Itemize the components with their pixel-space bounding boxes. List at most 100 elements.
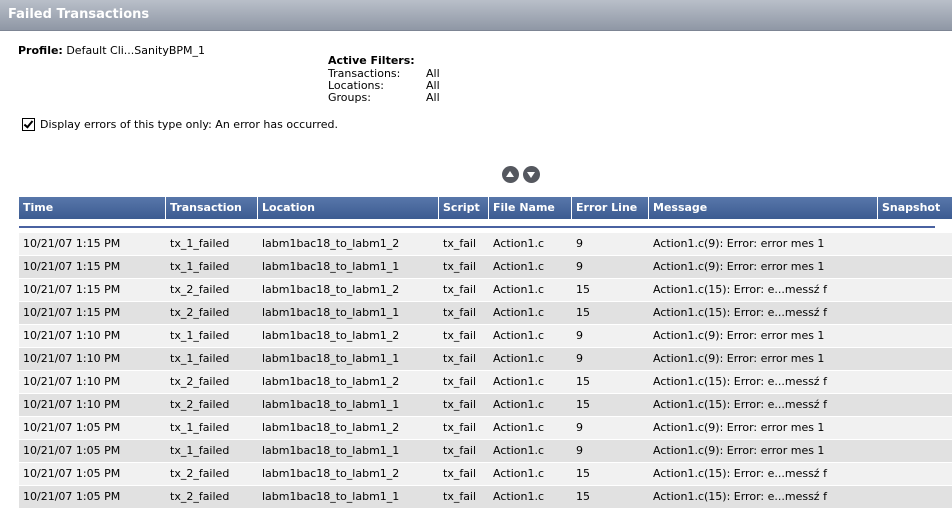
table-row[interactable]: 10/21/07 1:15 PM tx_2_failed labm1bac18_to… [19,302,952,325]
cell-error-line: 9 [576,237,583,250]
column-header-file-name[interactable]: File Name [489,197,572,219]
cell-file-name: Action1.c [493,421,544,434]
cell-error-line: 9 [576,260,583,273]
cell-file-name: Action1.c [493,237,544,250]
cell-script: tx_fail [443,352,477,365]
cell-transaction: tx_1_failed [170,237,230,250]
table-header: Time Transaction Location Script File Na… [19,197,952,219]
cell-transaction: tx_1_failed [170,260,230,273]
cell-file-name: Action1.c [493,352,544,365]
table-row[interactable]: 10/21/07 1:10 PM tx_2_failed labm1bac18_to… [19,394,952,417]
table-row[interactable]: 10/21/07 1:15 PM tx_1_failed labm1bac18_to… [19,233,952,256]
cell-error-line: 15 [576,306,590,319]
cell-file-name: Action1.c [493,306,544,319]
cell-message: Action1.c(9): Error: error mes 1 [653,421,825,434]
cell-time: 10/21/07 1:15 PM [23,237,121,250]
cell-time: 10/21/07 1:10 PM [23,352,121,365]
cell-location: labm1bac18_to_labm1_2 [262,237,400,250]
cell-time: 10/21/07 1:10 PM [23,329,121,342]
cell-time: 10/21/07 1:15 PM [23,260,121,273]
cell-snapshot [878,302,952,324]
title-bar: Failed Transactions [0,0,952,31]
cell-error-line: 15 [576,375,590,388]
cell-time: 10/21/07 1:05 PM [23,490,121,503]
active-filters: Active Filters: Transactions: All Locati… [328,54,440,104]
cell-snapshot [878,348,952,370]
column-header-transaction[interactable]: Transaction [166,197,258,219]
window-title: Failed Transactions [8,7,150,22]
table-row[interactable]: 10/21/07 1:15 PM tx_1_failed labm1bac18_to… [19,256,952,279]
cell-script: tx_fail [443,375,477,388]
cell-file-name: Action1.c [493,329,544,342]
cell-transaction: tx_1_failed [170,421,230,434]
cell-error-line: 9 [576,444,583,457]
cell-snapshot [878,463,952,485]
row-navigation [502,166,540,183]
filter-value: All [426,91,440,104]
table-row[interactable]: 10/21/07 1:05 PM tx_2_failed labm1bac18_to… [19,486,952,509]
table-row[interactable]: 10/21/07 1:10 PM tx_2_failed labm1bac18_to… [19,371,952,394]
cell-snapshot [878,394,952,416]
display-errors-option: Display errors of this type only: An err… [22,118,338,131]
table-row[interactable]: 10/21/07 1:05 PM tx_2_failed labm1bac18_to… [19,463,952,486]
cell-file-name: Action1.c [493,490,544,503]
cell-transaction: tx_1_failed [170,352,230,365]
cell-location: labm1bac18_to_labm1_1 [262,398,400,411]
cell-transaction: tx_2_failed [170,398,230,411]
cell-script: tx_fail [443,237,477,250]
cell-snapshot [878,486,952,508]
column-header-snapshot[interactable]: Snapshot [878,197,952,219]
cell-time: 10/21/07 1:05 PM [23,467,121,480]
column-header-time[interactable]: Time [19,197,166,219]
cell-transaction: tx_2_failed [170,467,230,480]
cell-location: labm1bac18_to_labm1_1 [262,490,400,503]
cell-location: labm1bac18_to_labm1_2 [262,421,400,434]
table-body: 10/21/07 1:15 PM tx_1_failed labm1bac18_to… [19,233,952,509]
cell-time: 10/21/07 1:10 PM [23,375,121,388]
column-header-error-line[interactable]: Error Line [572,197,649,219]
cell-location: labm1bac18_to_labm1_2 [262,283,400,296]
cell-location: labm1bac18_to_labm1_2 [262,467,400,480]
table-row[interactable]: 10/21/07 1:05 PM tx_1_failed labm1bac18_to… [19,417,952,440]
filters-table: Transactions: All Locations: All Groups:… [328,68,440,104]
cell-script: tx_fail [443,490,477,503]
cell-file-name: Action1.c [493,398,544,411]
table-row[interactable]: 10/21/07 1:10 PM tx_1_failed labm1bac18_to… [19,325,952,348]
cell-message: Action1.c(9): Error: error mes 1 [653,329,825,342]
cell-script: tx_fail [443,444,477,457]
cell-time: 10/21/07 1:05 PM [23,421,121,434]
cell-message: Action1.c(15): Error: e...messź f [653,283,827,296]
filter-row-groups: Groups: All [328,92,440,104]
column-header-location[interactable]: Location [258,197,439,219]
profile-value: Default Cli...SanityBPM_1 [66,44,206,57]
cell-time: 10/21/07 1:15 PM [23,283,121,296]
cell-script: tx_fail [443,283,477,296]
cell-snapshot [878,233,952,255]
table-row[interactable]: 10/21/07 1:15 PM tx_2_failed labm1bac18_to… [19,279,952,302]
cell-error-line: 15 [576,490,590,503]
cell-transaction: tx_2_failed [170,490,230,503]
cell-message: Action1.c(9): Error: error mes 1 [653,352,825,365]
cell-time: 10/21/07 1:15 PM [23,306,121,319]
cell-file-name: Action1.c [493,260,544,273]
cell-message: Action1.c(9): Error: error mes 1 [653,260,825,273]
column-header-script[interactable]: Script [439,197,489,219]
cell-message: Action1.c(15): Error: e...messź f [653,375,827,388]
cell-snapshot [878,279,952,301]
arrow-down-circle-icon[interactable] [523,166,540,183]
display-errors-checkbox[interactable] [22,118,35,131]
cell-error-line: 15 [576,283,590,296]
cell-file-name: Action1.c [493,444,544,457]
profile-info: Profile: Default Cli...SanityBPM_1 [18,44,205,57]
cell-location: labm1bac18_to_labm1_1 [262,306,400,319]
cell-file-name: Action1.c [493,375,544,388]
cell-snapshot [878,440,952,462]
cell-message: Action1.c(15): Error: e...messź f [653,398,827,411]
table-row[interactable]: 10/21/07 1:05 PM tx_1_failed labm1bac18_to… [19,440,952,463]
column-header-message[interactable]: Message [649,197,878,219]
cell-file-name: Action1.c [493,467,544,480]
cell-script: tx_fail [443,329,477,342]
table-row[interactable]: 10/21/07 1:10 PM tx_1_failed labm1bac18_to… [19,348,952,371]
arrow-up-circle-icon[interactable] [502,166,519,183]
cell-script: tx_fail [443,467,477,480]
